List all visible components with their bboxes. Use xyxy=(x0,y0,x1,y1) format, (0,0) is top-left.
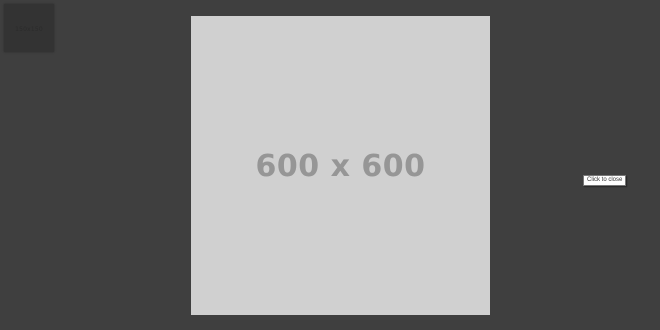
close-tooltip: Click to close xyxy=(583,175,627,186)
thumbnail-label: 150x150 xyxy=(15,25,43,33)
lightbox-image[interactable]: 600 x 600 xyxy=(191,16,490,315)
thumbnail-image[interactable]: 150x150 xyxy=(4,4,54,52)
image-placeholder-text: 600 x 600 xyxy=(255,149,426,184)
